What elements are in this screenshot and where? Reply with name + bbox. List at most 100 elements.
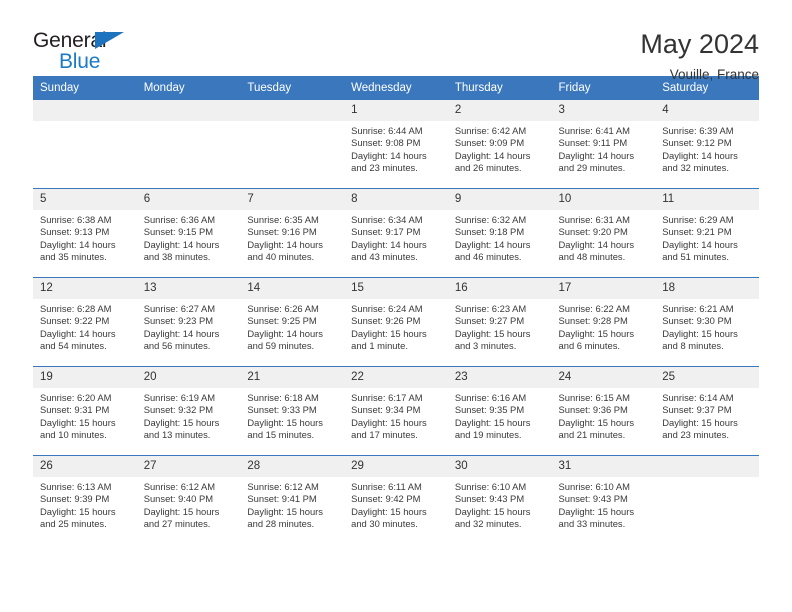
sunrise-text: Sunrise: 6:41 AM [558,125,630,136]
sunrise-text: Sunrise: 6:17 AM [351,392,423,403]
calendar-day-cell[interactable]: 2 Sunrise: 6:42 AM Sunset: 9:09 PM Daylight… [447,100,552,189]
daylight-text-line2: and 17 minutes. [351,429,418,441]
day-number: 3 [551,100,656,121]
day-details: Sunrise: 6:29 AM Sunset: 9:21 PM Daylight:… [655,210,759,264]
day-details: Sunrise: 6:27 AM Sunset: 9:23 PM Daylight:… [137,299,241,353]
daylight-text-line1: Daylight: 14 hours [662,149,738,161]
day-details: Sunrise: 6:17 AM Sunset: 9:34 PM Daylight:… [344,388,448,442]
sunrise-text: Sunrise: 6:24 AM [351,303,423,314]
day-number: 20 [136,367,241,388]
daylight-text-line1: Daylight: 15 hours [662,416,738,428]
day-number: 8 [344,189,448,210]
day-number [240,100,345,121]
calendar-day-cell[interactable]: 24 Sunrise: 6:15 AM Sunset: 9:36 PM Dayligh… [551,366,656,456]
sunset-text: Sunset: 9:31 PM [40,404,110,416]
day-number: 1 [344,100,448,121]
day-details: Sunrise: 6:21 AM Sunset: 9:30 PM Daylight:… [655,299,759,353]
sunrise-text: Sunrise: 6:11 AM [351,481,422,492]
calendar-day-cell[interactable]: 30 Sunrise: 6:10 AM Sunset: 9:43 PM Dayligh… [447,455,552,544]
daylight-text-line1: Daylight: 15 hours [351,416,427,428]
day-number: 23 [447,367,552,388]
calendar-day-cell[interactable]: 29 Sunrise: 6:11 AM Sunset: 9:42 PM Dayligh… [344,455,448,544]
daylight-text-line1: Daylight: 15 hours [351,327,427,339]
day-details: Sunrise: 6:24 AM Sunset: 9:26 PM Daylight:… [344,299,448,353]
calendar-day-cell[interactable]: 18 Sunrise: 6:21 AM Sunset: 9:30 PM Dayligh… [655,277,759,367]
sunset-text: Sunset: 9:27 PM [454,315,525,327]
day-number [655,456,759,477]
calendar-day-cell[interactable]: 12 Sunrise: 6:28 AM Sunset: 9:22 PM Dayligh… [33,277,137,367]
calendar-day-cell[interactable]: 21 Sunrise: 6:18 AM Sunset: 9:33 PM Dayligh… [240,366,345,456]
sunset-text: Sunset: 9:21 PM [662,226,732,238]
sunset-text: Sunset: 9:08 PM [351,137,421,149]
calendar-day-cell[interactable]: 19 Sunrise: 6:20 AM Sunset: 9:31 PM Dayligh… [33,366,137,456]
daylight-text-line1: Daylight: 14 hours [40,327,116,339]
daylight-text-line2: and 38 minutes. [143,251,211,263]
day-number: 28 [240,456,345,477]
calendar-day-cell-empty [136,100,241,189]
title-block: May 2024 Vouille, France [640,28,759,85]
day-details: Sunrise: 6:22 AM Sunset: 9:28 PM Daylight:… [552,299,656,353]
calendar-day-cell[interactable]: 16 Sunrise: 6:23 AM Sunset: 9:27 PM Dayligh… [447,277,552,367]
sunset-text: Sunset: 9:25 PM [247,315,317,327]
sunset-text: Sunset: 9:22 PM [40,315,110,327]
day-number: 2 [447,100,552,121]
sunset-text: Sunset: 9:41 PM [247,493,317,505]
daylight-text-line1: Daylight: 15 hours [143,505,220,517]
column-header-sunday: Sunday [33,76,137,100]
calendar-day-cell[interactable]: 13 Sunrise: 6:27 AM Sunset: 9:23 PM Dayligh… [136,277,241,367]
sunrise-text: Sunrise: 6:39 AM [662,125,734,136]
calendar-day-cell[interactable]: 9 Sunrise: 6:32 AM Sunset: 9:18 PM Daylight… [447,188,552,278]
sunrise-text: Sunrise: 6:38 AM [40,214,112,225]
calendar-day-cell[interactable]: 22 Sunrise: 6:17 AM Sunset: 9:34 PM Dayligh… [344,366,448,456]
day-details: Sunrise: 6:41 AM Sunset: 9:11 PM Daylight:… [552,121,656,175]
calendar-day-cell[interactable]: 6 Sunrise: 6:36 AM Sunset: 9:15 PM Daylight… [136,188,241,278]
day-details: Sunrise: 6:18 AM Sunset: 9:33 PM Daylight:… [240,388,344,442]
daylight-text-line2: and 23 minutes. [662,429,729,441]
calendar-day-cell[interactable]: 15 Sunrise: 6:24 AM Sunset: 9:26 PM Dayligh… [344,277,448,367]
calendar-day-cell[interactable]: 1 Sunrise: 6:44 AM Sunset: 9:08 PM Daylight… [344,100,448,189]
daylight-text-line2: and 43 minutes. [351,251,418,263]
calendar-day-cell[interactable]: 20 Sunrise: 6:19 AM Sunset: 9:32 PM Dayligh… [136,366,241,456]
daylight-text-line2: and 21 minutes. [558,429,626,441]
calendar-week-row: 1 Sunrise: 6:44 AM Sunset: 9:08 PM Daylight… [33,100,759,189]
calendar-day-cell[interactable]: 5 Sunrise: 6:38 AM Sunset: 9:13 PM Daylight… [33,188,137,278]
day-details: Sunrise: 6:15 AM Sunset: 9:36 PM Daylight:… [552,388,656,442]
sunset-text: Sunset: 9:16 PM [247,226,317,238]
daylight-text-line2: and 48 minutes. [558,251,626,263]
sunset-text: Sunset: 9:36 PM [558,404,628,416]
day-number: 27 [136,456,241,477]
day-number: 16 [447,278,552,299]
daylight-text-line2: and 13 minutes. [143,429,211,441]
sunrise-text: Sunrise: 6:12 AM [247,481,319,492]
day-number: 14 [240,278,345,299]
calendar-day-cell[interactable]: 31 Sunrise: 6:10 AM Sunset: 9:43 PM Dayligh… [551,455,656,544]
daylight-text-line1: Daylight: 14 hours [247,327,323,339]
calendar-day-cell[interactable]: 3 Sunrise: 6:41 AM Sunset: 9:11 PM Daylight… [551,100,656,189]
calendar-day-cell[interactable]: 17 Sunrise: 6:22 AM Sunset: 9:28 PM Dayligh… [551,277,656,367]
calendar-week-row: 26 Sunrise: 6:13 AM Sunset: 9:39 PM Dayligh… [33,455,759,544]
calendar-day-cell[interactable]: 23 Sunrise: 6:16 AM Sunset: 9:35 PM Dayligh… [447,366,552,456]
calendar-day-cell[interactable]: 8 Sunrise: 6:34 AM Sunset: 9:17 PM Daylight… [344,188,448,278]
sunrise-text: Sunrise: 6:10 AM [454,481,527,492]
calendar-day-cell[interactable]: 7 Sunrise: 6:35 AM Sunset: 9:16 PM Daylight… [240,188,345,278]
calendar-day-cell[interactable]: 14 Sunrise: 6:26 AM Sunset: 9:25 PM Dayligh… [240,277,345,367]
calendar-day-cell[interactable]: 4 Sunrise: 6:39 AM Sunset: 9:12 PM Daylight… [655,100,759,189]
day-number [33,100,137,121]
calendar-day-cell[interactable]: 28 Sunrise: 6:12 AM Sunset: 9:41 PM Dayligh… [240,455,345,544]
page-masthead: General Blue May 2024 Vouille, France [33,0,759,82]
day-details: Sunrise: 6:13 AM Sunset: 9:39 PM Daylight:… [33,477,137,531]
column-header-tuesday: Tuesday [240,76,345,100]
daylight-text-line1: Daylight: 15 hours [558,416,635,428]
calendar-day-cell[interactable]: 25 Sunrise: 6:14 AM Sunset: 9:37 PM Dayligh… [655,366,759,456]
sunset-text: Sunset: 9:20 PM [558,226,628,238]
calendar-day-cell[interactable]: 10 Sunrise: 6:31 AM Sunset: 9:20 PM Dayligh… [551,188,656,278]
day-details: Sunrise: 6:19 AM Sunset: 9:32 PM Daylight:… [137,388,241,442]
daylight-text-line2: and 10 minutes. [40,429,107,441]
sunrise-text: Sunrise: 6:12 AM [143,481,216,492]
sunset-text: Sunset: 9:37 PM [662,404,732,416]
calendar-day-cell[interactable]: 11 Sunrise: 6:29 AM Sunset: 9:21 PM Dayligh… [655,188,759,278]
calendar-day-cell[interactable]: 27 Sunrise: 6:12 AM Sunset: 9:40 PM Dayligh… [136,455,241,544]
calendar-day-cell[interactable]: 26 Sunrise: 6:13 AM Sunset: 9:39 PM Dayligh… [33,455,137,544]
daylight-text-line1: Daylight: 15 hours [143,416,220,428]
sunrise-text: Sunrise: 6:23 AM [454,303,527,314]
